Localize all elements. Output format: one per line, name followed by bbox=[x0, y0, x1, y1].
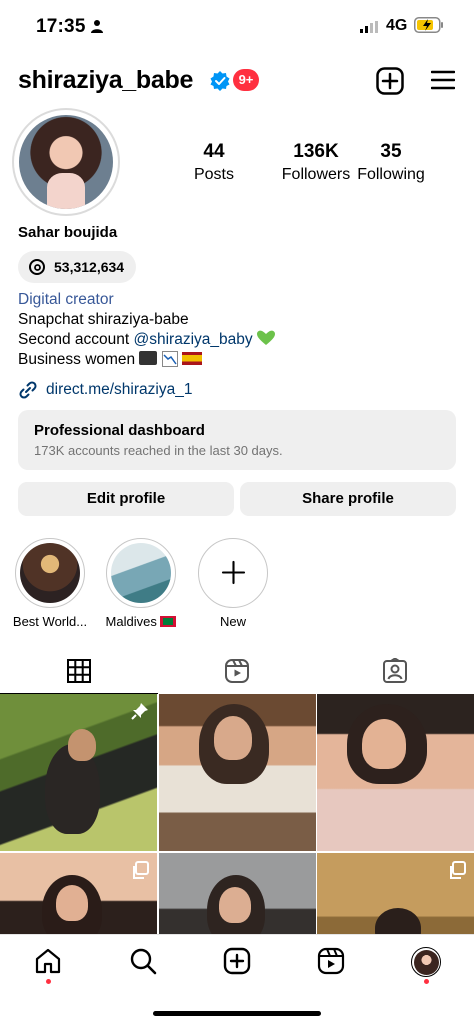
highlight-label: Best World... bbox=[12, 614, 88, 629]
spain-flag-icon bbox=[182, 352, 203, 365]
post-subject-face bbox=[68, 729, 96, 761]
verified-icon bbox=[210, 71, 230, 91]
following-label: Following bbox=[357, 166, 425, 183]
link-icon bbox=[19, 381, 37, 399]
menu-icon[interactable] bbox=[431, 68, 455, 92]
grid-icon bbox=[67, 659, 91, 683]
highlight-label: New bbox=[219, 614, 246, 629]
post-thumbnail[interactable] bbox=[0, 694, 157, 851]
bio-mention-link[interactable]: @shiraziya_baby bbox=[133, 331, 252, 348]
create-icon[interactable] bbox=[376, 67, 404, 95]
post-thumbnail[interactable] bbox=[317, 694, 474, 851]
status-bar: 17:35 4G bbox=[0, 0, 474, 52]
chart-down-icon bbox=[161, 351, 178, 367]
profile-header: shiraziya_babe 9+ bbox=[0, 62, 474, 102]
highlight-label-text: Maldives bbox=[105, 614, 157, 629]
highlight-ring bbox=[106, 538, 176, 608]
display-name: Sahar boujida bbox=[18, 224, 118, 241]
posts-label: Posts bbox=[193, 166, 234, 183]
professional-dashboard[interactable]: Professional dashboard 173K accounts rea… bbox=[18, 410, 456, 470]
posts-grid bbox=[0, 694, 474, 934]
profile-notification-dot bbox=[424, 979, 429, 984]
profile-avatar-ring[interactable] bbox=[12, 108, 120, 216]
bio-line-business: Business women bbox=[18, 350, 275, 370]
post-subject-face bbox=[218, 886, 251, 923]
person-icon bbox=[91, 20, 103, 33]
highlight-ring bbox=[198, 538, 268, 608]
reels-icon[interactable] bbox=[317, 947, 345, 975]
username[interactable]: shiraziya_babe bbox=[18, 66, 193, 95]
search-icon[interactable] bbox=[129, 947, 157, 975]
pin-icon bbox=[131, 703, 148, 720]
home-indicator bbox=[153, 1011, 321, 1016]
plus-icon bbox=[221, 560, 245, 585]
bio-second-account-prefix: Second account bbox=[18, 331, 134, 348]
threads-badge[interactable]: 53,312,634 bbox=[18, 251, 137, 283]
following-count: 35 bbox=[380, 141, 402, 162]
laptop-icon bbox=[139, 351, 158, 365]
highlight-maldives[interactable]: Maldives bbox=[100, 538, 182, 629]
stat-posts[interactable]: 44 Posts bbox=[186, 141, 242, 184]
post-subject bbox=[375, 907, 421, 934]
share-profile-button[interactable]: Share profile bbox=[240, 482, 456, 516]
post-subject-face bbox=[362, 719, 406, 769]
carousel-icon bbox=[133, 860, 149, 879]
profile-avatar[interactable] bbox=[411, 947, 441, 977]
create-icon[interactable] bbox=[223, 947, 251, 975]
threads-icon bbox=[29, 259, 45, 275]
post-thumbnail[interactable] bbox=[0, 852, 157, 934]
tagged-icon bbox=[383, 658, 407, 683]
stat-following[interactable]: 35 Following bbox=[352, 141, 430, 184]
status-time: 17:35 bbox=[36, 16, 86, 37]
bio-line-snapchat: Snapchat shiraziya-babe bbox=[18, 311, 189, 328]
home-notification-dot bbox=[46, 979, 51, 984]
post-thumbnail[interactable] bbox=[158, 694, 316, 851]
highlight-new[interactable]: New bbox=[192, 538, 274, 629]
profile-link[interactable]: direct.me/shiraziya_1 bbox=[18, 380, 192, 400]
profile-tabs bbox=[0, 650, 474, 694]
edit-profile-button[interactable]: Edit profile bbox=[18, 482, 234, 516]
highlight-cover bbox=[111, 543, 171, 603]
highlight-cover bbox=[20, 543, 80, 603]
signal-icon bbox=[360, 21, 378, 33]
network-label: 4G bbox=[386, 17, 408, 34]
tab-reels[interactable] bbox=[158, 650, 316, 694]
carousel-icon bbox=[450, 860, 466, 879]
bio-line-second-account: Second account @shiraziya_baby bbox=[18, 330, 275, 350]
dashboard-title: Professional dashboard bbox=[34, 422, 205, 439]
post-thumbnail[interactable] bbox=[158, 852, 316, 934]
post-subject-face bbox=[213, 716, 252, 760]
battery-charging-icon bbox=[414, 17, 443, 33]
bio-business-text: Business women bbox=[18, 351, 136, 368]
profile-avatar[interactable] bbox=[19, 115, 113, 209]
notification-badge[interactable]: 9+ bbox=[233, 69, 259, 91]
reels-icon bbox=[225, 659, 249, 683]
bottom-nav bbox=[0, 934, 474, 1025]
maldives-flag-icon bbox=[160, 616, 177, 627]
threads-count: 53,312,634 bbox=[54, 259, 125, 275]
tab-posts-grid[interactable] bbox=[0, 650, 158, 694]
home-icon[interactable] bbox=[34, 947, 62, 975]
green-heart-icon bbox=[256, 330, 275, 345]
post-subject-face bbox=[56, 884, 88, 921]
highlight-ring bbox=[15, 538, 85, 608]
highlight-best-world[interactable]: Best World... bbox=[9, 538, 91, 629]
highlight-label: Maldives bbox=[100, 614, 182, 629]
posts-count: 44 bbox=[203, 141, 225, 162]
profile-avatar-image bbox=[413, 949, 439, 975]
tab-tagged[interactable] bbox=[316, 650, 474, 694]
post-thumbnail[interactable] bbox=[317, 852, 474, 934]
bio-category: Digital creator bbox=[18, 291, 114, 308]
bio: Digital creator Snapchat shiraziya-babe … bbox=[18, 290, 275, 370]
dashboard-subtitle: 173K accounts reached in the last 30 day… bbox=[34, 443, 283, 458]
link-text[interactable]: direct.me/shiraziya_1 bbox=[46, 381, 192, 399]
